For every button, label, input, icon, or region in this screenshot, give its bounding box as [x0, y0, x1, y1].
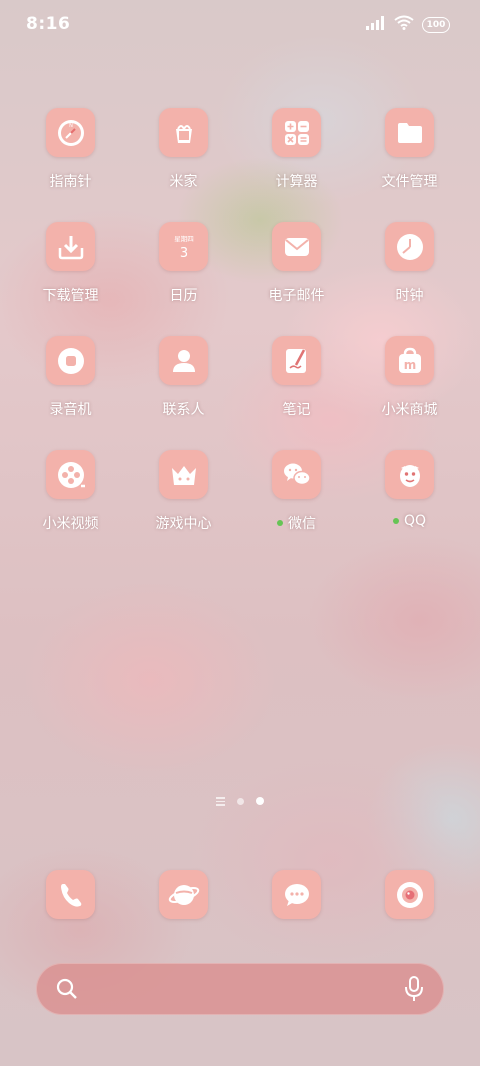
- app-compass[interactable]: N 指南针: [14, 108, 127, 191]
- download-icon[interactable]: [46, 222, 95, 271]
- app-contacts[interactable]: 联系人: [127, 336, 240, 419]
- app-label: 小米商城: [381, 402, 438, 418]
- app-clock[interactable]: 时钟: [353, 222, 466, 305]
- app-grid: N 指南针 米家 计算器 文件管理 下载管理 星期四 3 日历 电子邮件 时钟 …: [14, 108, 466, 533]
- app-label: 日历: [169, 288, 198, 304]
- calendar-weekday: 星期四: [174, 235, 194, 243]
- app-label: 文件管理: [381, 174, 438, 190]
- app-label-row: QQ: [392, 513, 427, 529]
- new-badge: [392, 518, 399, 524]
- app-label-row: 微信: [277, 513, 316, 533]
- app-label: 笔记: [282, 402, 311, 418]
- app-mijia[interactable]: 米家: [127, 108, 240, 191]
- app-game-center[interactable]: 游戏中心: [127, 450, 240, 533]
- store-icon[interactable]: m: [385, 336, 434, 385]
- browser-icon[interactable]: [159, 870, 208, 919]
- contacts-icon[interactable]: [159, 336, 208, 385]
- qq-icon[interactable]: [385, 450, 434, 499]
- store-letter: m: [403, 358, 416, 372]
- app-drawer-icon[interactable]: [216, 797, 225, 806]
- app-recorder[interactable]: 录音机: [14, 336, 127, 419]
- app-label: 下载管理: [42, 288, 99, 304]
- folder-icon[interactable]: [385, 108, 434, 157]
- calendar-day: 3: [179, 246, 187, 261]
- app-label: 指南针: [49, 174, 92, 190]
- status-bar: 8:16 100: [0, 0, 480, 50]
- messages-icon[interactable]: [272, 870, 321, 919]
- status-time: 8:16: [26, 14, 71, 34]
- app-label: QQ: [403, 513, 427, 529]
- video-icon[interactable]: [46, 450, 95, 499]
- app-calculator[interactable]: 计算器: [240, 108, 353, 191]
- dock-browser[interactable]: [127, 870, 240, 919]
- app-label: 米家: [169, 174, 198, 190]
- app-qq[interactable]: QQ: [353, 450, 466, 533]
- dock-messages[interactable]: [240, 870, 353, 919]
- dock-phone[interactable]: [14, 870, 127, 919]
- app-label: 小米视频: [42, 516, 99, 532]
- new-badge: [277, 520, 283, 526]
- search-icon[interactable]: [56, 978, 78, 1004]
- wifi-icon: [394, 15, 414, 34]
- status-icons: 100: [366, 15, 450, 34]
- app-mi-store[interactable]: m 小米商城: [353, 336, 466, 419]
- clock-icon[interactable]: [385, 222, 434, 271]
- dock-camera[interactable]: [353, 870, 466, 919]
- dock: [14, 870, 466, 919]
- mic-icon[interactable]: [404, 976, 424, 1006]
- app-calendar[interactable]: 星期四 3 日历: [127, 222, 240, 305]
- page-indicator[interactable]: [0, 797, 480, 806]
- recorder-icon[interactable]: [46, 336, 95, 385]
- search-bar[interactable]: [36, 963, 444, 1015]
- app-label: 录音机: [49, 402, 92, 418]
- svg-text:N: N: [69, 123, 73, 129]
- phone-icon[interactable]: [46, 870, 95, 919]
- mail-icon[interactable]: [272, 222, 321, 271]
- calculator-icon[interactable]: [272, 108, 321, 157]
- calendar-icon[interactable]: 星期四 3: [159, 222, 208, 271]
- mijia-icon[interactable]: [159, 108, 208, 157]
- app-mi-video[interactable]: 小米视频: [14, 450, 127, 533]
- app-download-manager[interactable]: 下载管理: [14, 222, 127, 305]
- game-center-icon[interactable]: [159, 450, 208, 499]
- compass-icon[interactable]: N: [46, 108, 95, 157]
- app-notes[interactable]: 笔记: [240, 336, 353, 419]
- app-email[interactable]: 电子邮件: [240, 222, 353, 305]
- app-wechat[interactable]: 微信: [240, 450, 353, 533]
- notes-icon[interactable]: [272, 336, 321, 385]
- battery-icon: 100: [422, 16, 450, 33]
- signal-icon: [366, 15, 386, 34]
- wechat-icon[interactable]: [272, 450, 321, 499]
- page-dot-active[interactable]: [256, 797, 264, 806]
- page-dot[interactable]: [237, 797, 244, 805]
- app-label: 游戏中心: [155, 516, 212, 532]
- app-label: 微信: [288, 516, 316, 532]
- camera-icon[interactable]: [385, 870, 434, 919]
- app-label: 时钟: [395, 288, 424, 304]
- app-label: 计算器: [275, 174, 318, 190]
- app-file-manager[interactable]: 文件管理: [353, 108, 466, 191]
- app-label: 电子邮件: [268, 288, 325, 304]
- app-label: 联系人: [162, 402, 205, 418]
